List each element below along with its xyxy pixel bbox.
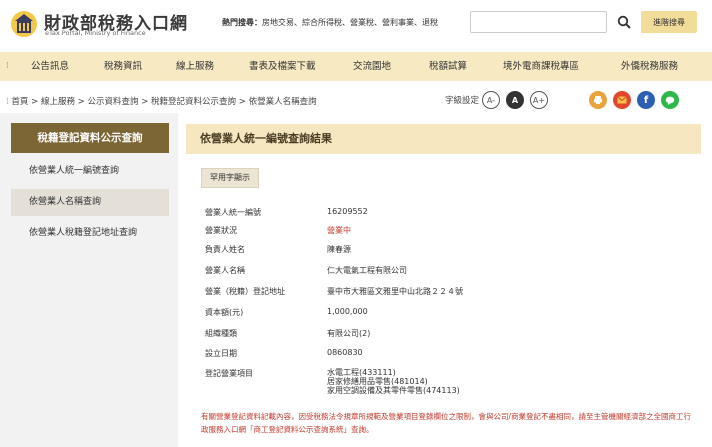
field-value-address: 臺中市大雅區文雅里中山北路２２４號 (327, 287, 463, 296)
field-label: 登記營業項目 (205, 369, 253, 378)
rare-chars-button[interactable]: 罕用字顯示 (201, 168, 259, 188)
line-icon[interactable] (661, 91, 679, 109)
field-value-business-items: 水電工程(433111) 居家修繕用品零售(481014) 家用空調設備及其零件… (327, 368, 460, 395)
sidebar-item-by-address[interactable]: 依營業人稅籍登記地址查詢 (11, 220, 169, 247)
hot-search-terms[interactable]: 房地交易、綜合所得稅、營業稅、營利事業、退稅 (262, 18, 438, 27)
breadcrumb-sep: > (74, 97, 88, 107)
breadcrumb-public[interactable]: 公示資料查詢 (88, 97, 139, 107)
hot-search: 熱門搜尋：房地交易、綜合所得稅、營業稅、營利事業、退稅 (222, 17, 438, 28)
field-label: 資本額(元) (205, 308, 244, 317)
nav-item-tax-info[interactable]: 稅務資訊 (104, 52, 142, 81)
breadcrumb: ⁞ 首頁 > 線上服務 > 公示資料查詢 > 稅籍登記資料公示查詢 > 依營業人… (6, 95, 317, 107)
field-value-owner: 陳春源 (327, 245, 351, 254)
font-size-label: 字級設定 (445, 96, 480, 106)
nav-item-cross-border[interactable]: 境外電商課稅專區 (503, 52, 579, 81)
site-header: 財政部稅務入口網 eTax Portal, Ministry of Financ… (0, 0, 712, 46)
field-label: 設立日期 (205, 349, 237, 358)
nav-item-downloads[interactable]: 書表及檔案下載 (249, 52, 316, 81)
business-item: 水電工程(433111) (327, 368, 396, 377)
field-label: 組織種類 (205, 329, 237, 338)
logo-emblem-icon (11, 11, 37, 37)
field-value-status: 營業中 (327, 226, 351, 235)
facebook-icon[interactable]: f (637, 91, 655, 109)
nav-item-foreigner[interactable]: 外僑稅務服務 (621, 52, 678, 81)
sidebar-item-by-name[interactable]: 依營業人名稱查詢 (11, 189, 169, 216)
nav-item-announcements[interactable]: 公告訊息 (31, 52, 69, 81)
site-logo[interactable]: 財政部稅務入口網 eTax Portal, Ministry of Financ… (8, 7, 187, 41)
breadcrumb-home[interactable]: 首頁 (11, 97, 28, 107)
field-label: 營業人名稱 (205, 266, 245, 275)
field-label: 營業狀況 (205, 226, 237, 235)
sidebar-title: 稅籍登記資料公示查詢 (11, 123, 169, 153)
breadcrumb-current: 依營業人名稱查詢 (248, 97, 317, 107)
breadcrumb-sep: > (28, 97, 41, 107)
breadcrumb-bar: ⁞ 首頁 > 線上服務 > 公示資料查詢 > 稅籍登記資料公示查詢 > 依營業人… (0, 87, 712, 113)
field-value-founding-date: 0860830 (327, 348, 363, 357)
font-large-button[interactable]: A+ (530, 91, 548, 109)
field-value-capital: 1,000,000 (327, 307, 368, 316)
logo-subtitle: eTax Portal, Ministry of Finance (45, 29, 146, 37)
hot-search-label: 熱門搜尋： (222, 18, 262, 27)
field-label: 營業（稅籍）登記地址 (205, 287, 285, 296)
field-value-org-type: 有限公司(2) (327, 329, 371, 338)
search-icon (617, 15, 631, 29)
nav-item-forum[interactable]: 交流園地 (353, 52, 391, 81)
disclaimer-note: 有關營業登記資料記載內容，因受稅務法令規章所規範及營業項目登錄欄位之限制，會與公… (201, 410, 696, 436)
main-nav: ⁞ 公告訊息 稅務資訊 線上服務 書表及檔案下載 交流園地 稅額試算 境外電商課… (0, 52, 712, 81)
nav-item-tax-calculator[interactable]: 稅額試算 (429, 52, 467, 81)
field-label: 營業人統一編號 (205, 208, 261, 217)
search-input[interactable] (470, 11, 607, 33)
search-button[interactable] (612, 11, 636, 33)
field-value-company-name: 仁大電氣工程有限公司 (327, 266, 407, 275)
main-content: 依營業人統一編號查詢結果 罕用字顯示 營業人統一編號 16209552 營業狀況… (186, 119, 701, 447)
nav-grip-icon: ⁞ (6, 61, 9, 71)
note-link[interactable]: 商工登記資料公示查詢系統 (254, 425, 344, 434)
font-small-button[interactable]: A- (482, 91, 500, 109)
breadcrumb-online[interactable]: 線上服務 (41, 97, 75, 107)
advanced-search-button[interactable]: 進階搜尋 (641, 11, 697, 33)
breadcrumb-sep: > (236, 97, 249, 107)
field-value-tax-id: 16209552 (327, 207, 368, 216)
note-end: 」查詢。 (343, 425, 374, 434)
breadcrumb-registration[interactable]: 稅籍登記資料公示查詢 (151, 97, 236, 107)
print-icon[interactable] (589, 91, 607, 109)
nav-item-online-services[interactable]: 線上服務 (176, 52, 214, 81)
email-icon[interactable] (613, 91, 631, 109)
breadcrumb-sep: > (138, 97, 152, 107)
business-item: 家用空調設備及其零件零售(474113) (327, 386, 460, 395)
sidebar: 稅籍登記資料公示查詢 依營業人統一編號查詢 依營業人名稱查詢 依營業人稅籍登記地… (0, 113, 178, 447)
field-label: 負責人姓名 (205, 245, 245, 254)
sidebar-item-by-id[interactable]: 依營業人統一編號查詢 (11, 158, 169, 185)
business-item: 居家修繕用品零售(481014) (327, 377, 428, 386)
font-medium-button[interactable]: A (506, 91, 524, 109)
page-title: 依營業人統一編號查詢結果 (186, 124, 701, 154)
